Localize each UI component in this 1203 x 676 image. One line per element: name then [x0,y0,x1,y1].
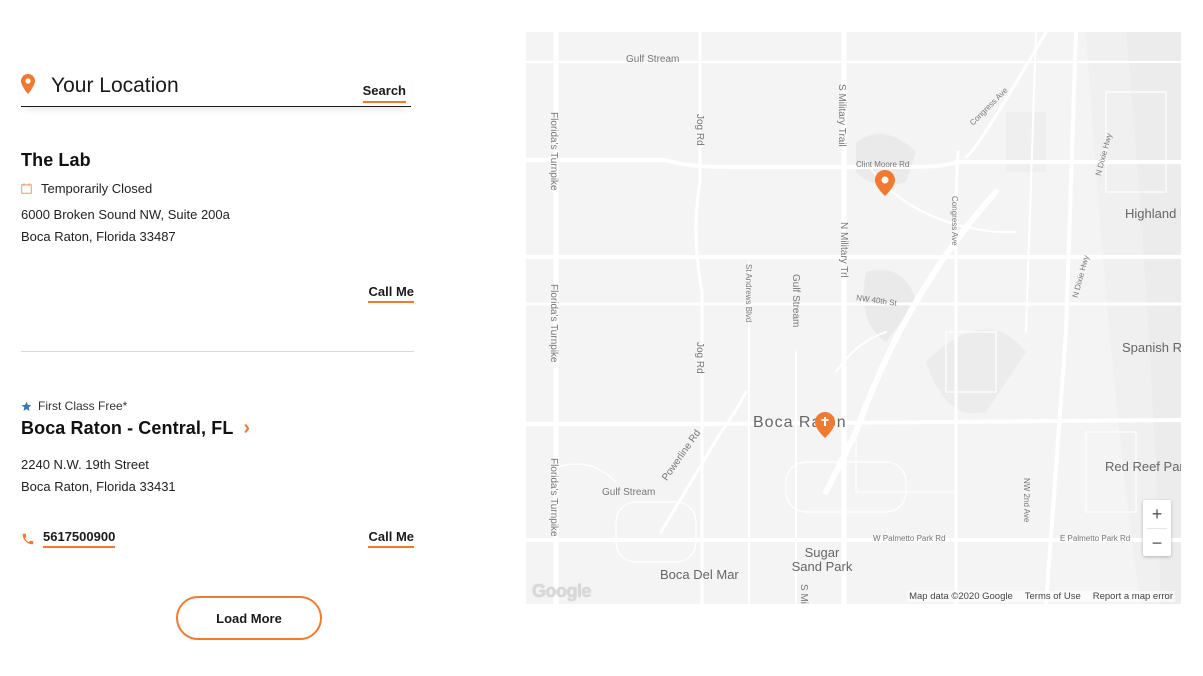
chevron-right-icon[interactable]: › [243,417,250,440]
map-label: Florida's Turnpike [548,112,559,191]
map-marker-icon[interactable] [875,170,895,196]
location-status: Temporarily Closed [21,181,414,196]
call-me-button[interactable]: Call Me [368,529,414,548]
map[interactable]: Gulf Stream Florida's Turnpike Jog Rd S … [526,32,1181,604]
map-label: Congress Ave [950,196,959,246]
map-label: N Military Trl [838,222,849,278]
map-label: W Palmetto Park Rd [873,534,946,543]
promo-badge: First Class Free* [21,399,414,413]
map-label: Gulf Stream [790,274,801,328]
map-label: Highland Beach [1125,206,1181,221]
location-search-bar: Search [21,70,411,107]
map-zoom-control: + − [1143,500,1171,556]
zoom-out-button[interactable]: − [1143,529,1171,557]
call-me-button[interactable]: Call Me [368,284,414,303]
map-label: Jog Rd [694,114,705,146]
map-data-text: Map data ©2020 Google [909,591,1013,602]
divider [21,351,414,352]
map-label: Boca Del Mar [660,567,739,582]
zoom-in-button[interactable]: + [1143,500,1171,528]
search-button[interactable]: Search [362,83,406,103]
map-label: Gulf Stream [602,487,656,498]
address-line-1: 2240 N.W. 19th Street [21,457,149,472]
phone-number-link[interactable]: 5617500900 [43,529,116,548]
terms-of-use-link[interactable]: Terms of Use [1025,591,1081,602]
map-label: Jog Rd [694,342,705,374]
map-label: Clint Moore Rd [856,160,910,169]
phone-row: 5617500900 [21,529,116,548]
location-pin-icon [21,74,35,94]
report-map-error-link[interactable]: Report a map error [1093,591,1173,602]
address-line-2: Boca Raton, Florida 33487 [21,229,176,244]
map-roads [526,32,1181,604]
map-label: Florida's Turnpike [548,284,559,363]
map-label: Sugar Sand Park [791,545,853,574]
map-label: S Military Trail [836,84,847,147]
location-card: The Lab Temporarily Closed 6000 Broken S… [21,150,414,303]
map-label: Red Reef Park [1105,459,1181,474]
google-logo[interactable]: Google [532,581,592,602]
address-line-1: 6000 Broken Sound NW, Suite 200a [21,207,230,222]
star-icon [21,401,32,411]
map-label: NW 2nd Ave [1022,478,1031,523]
load-more-button[interactable]: Load More [176,596,322,640]
location-search-input[interactable] [51,74,351,98]
map-label: St Andrews Blvd [744,264,753,323]
address-line-2: Boca Raton, Florida 33431 [21,479,176,494]
location-title-row: Boca Raton - Central, FL › [21,417,414,440]
promo-text: First Class Free* [38,399,128,413]
map-label: Florida's Turnpike [548,458,559,537]
map-label: Spanish River Park [1122,340,1181,355]
status-text: Temporarily Closed [41,181,153,196]
map-label: S Mi [798,584,809,604]
location-card: First Class Free* Boca Raton - Central, … [21,399,414,548]
map-label: Gulf Stream [626,54,680,65]
calendar-icon [21,183,32,194]
map-marker-icon[interactable] [815,412,835,438]
phone-icon [22,533,34,544]
map-label: E Palmetto Park Rd [1060,534,1131,543]
location-name[interactable]: Boca Raton - Central, FL [21,418,233,439]
location-name: The Lab [21,150,91,170]
map-attribution: Map data ©2020 Google Terms of Use Repor… [907,591,1175,602]
